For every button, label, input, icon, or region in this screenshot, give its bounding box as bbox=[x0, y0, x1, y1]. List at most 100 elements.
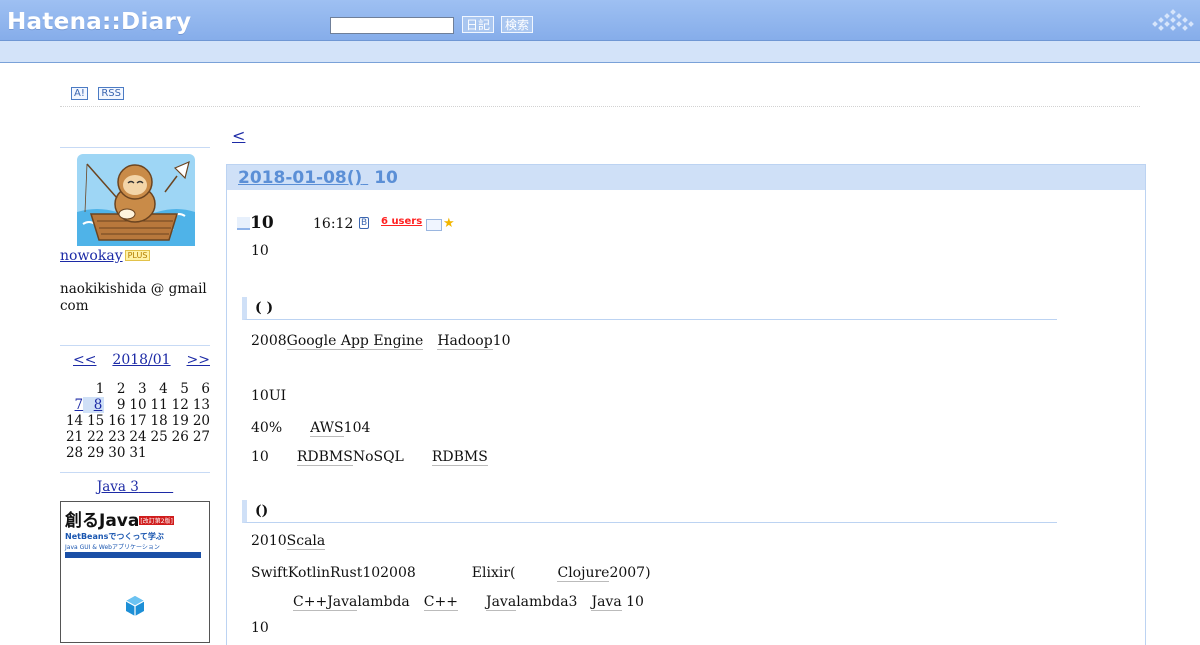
calendar-day: 25 bbox=[150, 429, 168, 445]
calendar-day: 14 bbox=[65, 413, 84, 429]
keyword-link[interactable]: AWS bbox=[310, 420, 344, 437]
calendar-day: 3 bbox=[137, 381, 147, 397]
calendar-day: 30 bbox=[108, 445, 126, 461]
calendar-day: 27 bbox=[192, 429, 210, 445]
divider bbox=[60, 147, 210, 148]
entry-anchor-link[interactable] bbox=[237, 217, 250, 230]
keyword-link[interactable]: C++ bbox=[293, 594, 328, 611]
rss-button[interactable]: RSS bbox=[98, 87, 124, 100]
calendar-next-link[interactable]: >> bbox=[187, 352, 210, 368]
calendar-day: 13 bbox=[192, 397, 210, 413]
keyword-link[interactable]: Java bbox=[327, 594, 358, 611]
calendar-day: 6 bbox=[201, 381, 210, 397]
calendar-day: 23 bbox=[108, 429, 126, 445]
day-section: 2018-01-08() 10 10 16:12 B 6 users ★ 10 … bbox=[226, 164, 1146, 645]
book-cover-bar bbox=[65, 552, 201, 558]
section-heading: ( ) bbox=[242, 297, 1057, 320]
calendar-day: 24 bbox=[129, 429, 147, 445]
star-icon[interactable]: ★ bbox=[443, 216, 455, 231]
keyword-link[interactable]: Hadoop bbox=[437, 333, 493, 350]
prev-entry-link[interactable]: < bbox=[232, 126, 245, 145]
keyword-link[interactable]: Clojure bbox=[557, 565, 610, 582]
paragraph: 10 RDBMSNoSQL RDBMS bbox=[251, 449, 488, 466]
day-date-link[interactable]: 2018-01-08() bbox=[238, 168, 368, 188]
paragraph: 10 bbox=[251, 243, 269, 259]
keyword-link[interactable]: C++ bbox=[423, 594, 458, 611]
calendar-day: 21 bbox=[65, 429, 84, 445]
sidebar: nowokay PLUS naokikishida @ gmail com << … bbox=[60, 147, 210, 643]
calendar-day: 19 bbox=[171, 413, 189, 429]
calendar-day: 20 bbox=[192, 413, 210, 429]
calendar-day: 28 bbox=[65, 445, 84, 461]
calendar-week: 123456 bbox=[62, 381, 210, 397]
username-link[interactable]: nowokay bbox=[60, 248, 123, 264]
keyword-link[interactable]: Java bbox=[591, 594, 622, 611]
entry-time: 16:12 bbox=[313, 216, 354, 232]
calendar-week: 7 8 9 10 11 12 13 bbox=[62, 397, 210, 413]
calendar-day-link[interactable]: 7 bbox=[75, 397, 84, 413]
calendar-day[interactable]: 8 bbox=[83, 397, 105, 413]
paragraph: 2010Scala bbox=[251, 533, 326, 550]
avatar[interactable] bbox=[77, 154, 195, 246]
section-heading: () bbox=[242, 500, 1057, 523]
header-links: A! RSS bbox=[71, 84, 130, 100]
calendar-nav: << 2018/01 >> bbox=[60, 345, 210, 368]
email-text: naokikishida @ gmail com bbox=[60, 281, 207, 314]
calendar-day: 9 bbox=[116, 397, 126, 413]
calendar-day: 12 bbox=[171, 397, 189, 413]
calendar-day: 15 bbox=[87, 413, 105, 429]
add-star-button[interactable] bbox=[426, 219, 442, 231]
calendar-day: 11 bbox=[150, 397, 168, 413]
book-edition-tag: [改訂第2版] bbox=[139, 516, 174, 525]
top-bar: Hatena::Diary 日記 検索 bbox=[0, 0, 1200, 41]
calendar-day: 1 bbox=[95, 381, 105, 397]
calendar-day: 5 bbox=[180, 381, 189, 397]
calendar-week: 14 15 16 17 18 19 20 bbox=[62, 413, 210, 429]
calendar-day: 29 bbox=[87, 445, 105, 461]
book-title: 創るJava bbox=[65, 511, 140, 531]
calendar-day[interactable]: 7 bbox=[62, 397, 84, 413]
paragraph: C++Javalambda C++ Javalambda3 Java 10 bbox=[293, 594, 644, 611]
calendar: 1 2 3 4 5 6 7 8 9 10 11 12 13 14 15 16 17 18 19 20 21 22 23 24 2… bbox=[62, 381, 210, 461]
calendar-week: 21 22 23 24 25 26 27 bbox=[62, 429, 210, 445]
hatena-dots-icon bbox=[1152, 9, 1194, 31]
day-title: 10 bbox=[374, 168, 398, 188]
entry-title-text: 10 bbox=[250, 213, 274, 233]
sub-bar bbox=[0, 41, 1200, 63]
calendar-day bbox=[62, 381, 83, 397]
bookmark-users-link[interactable]: 6 users bbox=[381, 216, 422, 227]
hatena-diary-logo[interactable]: Hatena::Diary bbox=[7, 9, 191, 35]
calendar-day bbox=[147, 445, 168, 461]
antenna-button[interactable]: A! bbox=[71, 87, 88, 100]
paragraph: 10UI bbox=[251, 388, 287, 404]
calendar-day: 16 bbox=[108, 413, 126, 429]
search-button[interactable]: 検索 bbox=[501, 16, 534, 33]
book-ad[interactable]: 創るJava[改訂第2版] NetBeansでつくって学ぶ Java GUI &… bbox=[60, 501, 210, 643]
hatebu-icon[interactable]: B bbox=[359, 217, 370, 229]
calendar-day: 18 bbox=[150, 413, 168, 429]
search-input[interactable] bbox=[330, 17, 454, 34]
calendar-day: 17 bbox=[129, 413, 147, 429]
paragraph: 2008Google App Engine Hadoop10 bbox=[251, 333, 511, 350]
calendar-day: 2 bbox=[116, 381, 126, 397]
ad-title-link[interactable]: Java 3 bbox=[97, 479, 173, 495]
book-subtitle-2: Java GUI & Webアプリケーション bbox=[65, 544, 160, 551]
calendar-day-link[interactable]: 8 bbox=[83, 397, 105, 413]
keyword-link[interactable]: Java bbox=[485, 594, 517, 611]
calendar-prev-link[interactable]: << bbox=[73, 352, 96, 368]
calendar-week: 28 29 30 31 bbox=[62, 445, 210, 461]
calendar-month-link[interactable]: 2018/01 bbox=[112, 352, 170, 368]
divider bbox=[60, 106, 1140, 107]
user-row: nowokay PLUS bbox=[60, 248, 210, 264]
paragraph: 10 bbox=[251, 620, 269, 636]
keyword-link[interactable]: RDBMS bbox=[296, 449, 353, 466]
book-cover: 創るJava[改訂第2版] NetBeansでつくって学ぶ Java GUI &… bbox=[65, 506, 205, 558]
cube-icon bbox=[125, 596, 145, 616]
calendar-day: 22 bbox=[87, 429, 105, 445]
diary-button[interactable]: 日記 bbox=[462, 16, 495, 33]
keyword-link[interactable]: RDBMS bbox=[431, 449, 488, 466]
keyword-link[interactable]: Scala bbox=[286, 533, 326, 550]
keyword-link[interactable]: Google App Engine bbox=[286, 333, 424, 350]
calendar-day bbox=[168, 445, 189, 461]
calendar-day: 26 bbox=[171, 429, 189, 445]
